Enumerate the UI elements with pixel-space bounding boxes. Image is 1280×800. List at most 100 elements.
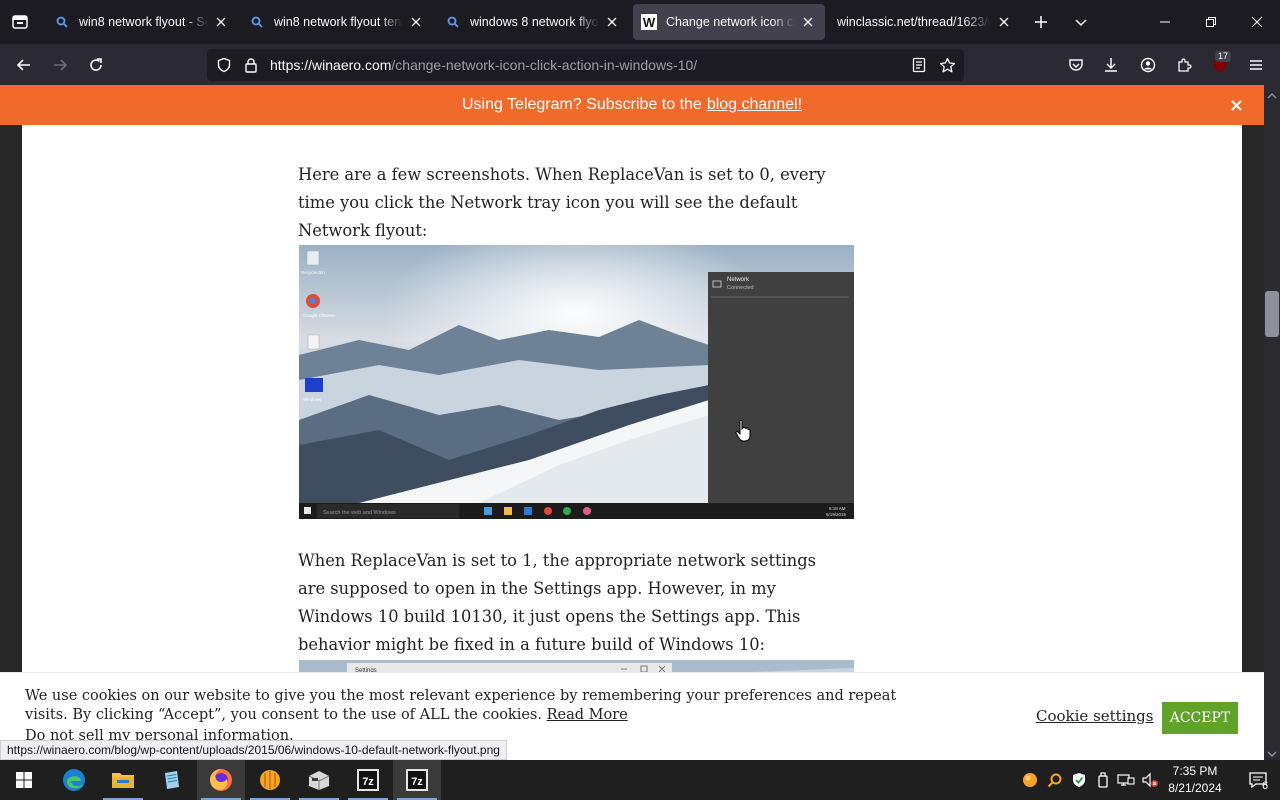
app-menu-button[interactable] xyxy=(1240,49,1272,81)
tab-title: win8 network flyout tenfo xyxy=(274,15,403,29)
tray-usb-device-icon[interactable] xyxy=(1093,770,1113,790)
tab-4-active[interactable]: W Change network icon click xyxy=(633,4,825,40)
folder-icon xyxy=(112,773,134,788)
downloads-button[interactable] xyxy=(1095,49,1127,81)
download-icon xyxy=(1105,58,1117,72)
puzzle-icon xyxy=(1178,58,1192,72)
web-content: Here are a few screenshots. When Replace… xyxy=(0,85,1264,760)
reader-view-icon[interactable] xyxy=(910,56,928,74)
clock-time: 7:35 PM xyxy=(1172,764,1218,778)
extensions-button[interactable] xyxy=(1168,49,1200,81)
firefox-icon xyxy=(210,769,232,791)
action-center-button[interactable]: 6 xyxy=(1236,760,1280,800)
winaero-favicon-icon: W xyxy=(641,14,657,30)
taskbar-7zip-2[interactable]: 7z xyxy=(393,760,441,800)
tab-title: Change network icon click xyxy=(666,15,795,29)
tab-2[interactable]: win8 network flyout tenfo xyxy=(241,4,433,40)
mouse-hand-cursor-icon xyxy=(735,419,751,442)
scroll-down-arrow[interactable] xyxy=(1266,746,1278,757)
article-paragraph-2: When ReplaceVan is set to 1, the appropr… xyxy=(298,551,817,654)
firefox-view-icon xyxy=(12,15,28,29)
close-icon xyxy=(1251,16,1263,28)
clock-date: 8/21/2024 xyxy=(1168,781,1222,795)
taskbar-firefox[interactable] xyxy=(197,760,245,800)
telegram-banner: Using Telegram? Subscribe to the blog ch… xyxy=(0,85,1264,125)
taskbar-notepad[interactable] xyxy=(148,760,196,800)
bookmark-star-icon[interactable] xyxy=(938,56,956,74)
lock-icon[interactable] xyxy=(242,56,260,74)
start-button[interactable] xyxy=(0,760,48,800)
banner-close-icon[interactable] xyxy=(1226,95,1246,115)
reload-button[interactable] xyxy=(80,49,112,81)
screenshot-tray-date: 6/19/2015 xyxy=(826,512,847,517)
taskbar-app-orange[interactable] xyxy=(246,760,294,800)
url-path: /change-network-icon-click-action-in-win… xyxy=(391,57,698,73)
accept-cookies-button[interactable]: ACCEPT xyxy=(1162,702,1238,734)
tracking-protection-shield-icon[interactable] xyxy=(215,56,233,74)
firefox-view-button[interactable] xyxy=(4,6,36,38)
pocket-icon xyxy=(1069,59,1083,71)
windows-taskbar: 7z 7z 7:35 PM 8/21/2024 6 xyxy=(0,760,1280,800)
back-button[interactable] xyxy=(8,49,40,81)
minimize-button[interactable] xyxy=(1142,0,1188,44)
notepad-icon xyxy=(165,771,179,789)
taskbar-clock[interactable]: 7:35 PM 8/21/2024 xyxy=(1160,763,1230,797)
pocket-button[interactable] xyxy=(1060,49,1092,81)
account-button[interactable] xyxy=(1132,49,1164,81)
banner-text: Using Telegram? Subscribe to the xyxy=(461,96,702,113)
tray-search-tool-icon[interactable] xyxy=(1045,770,1065,790)
search-icon xyxy=(445,14,461,30)
taskbar-app-box[interactable] xyxy=(295,760,343,800)
close-tab-icon[interactable] xyxy=(799,13,817,31)
new-tab-button[interactable] xyxy=(1025,6,1057,38)
desktop-icon-label: Google Chrome xyxy=(303,313,335,318)
minimize-icon xyxy=(1160,21,1170,23)
tab-5[interactable]: winclassic.net/thread/1623/wi xyxy=(829,4,1021,40)
account-icon xyxy=(1140,57,1156,73)
article-paragraph-1: Here are a few screenshots. When Replace… xyxy=(298,165,826,240)
taskbar-file-explorer[interactable] xyxy=(99,760,147,800)
notification-count: 6 xyxy=(1262,780,1269,792)
screenshot-default-network-flyout[interactable]: Recycle Bin Google Chrome Windows Networ… xyxy=(299,245,854,519)
taskbar-7zip-1[interactable]: 7z xyxy=(344,760,392,800)
tab-3[interactable]: windows 8 network flyout xyxy=(437,4,629,40)
desktop-icon-label: Recycle Bin xyxy=(301,270,325,275)
cookie-settings-link[interactable]: Cookie settings xyxy=(1036,707,1153,725)
search-icon xyxy=(249,14,265,30)
tab-1[interactable]: win8 network flyout - Sea xyxy=(46,4,238,40)
address-bar[interactable]: https://winaero.com/change-network-icon-… xyxy=(207,49,964,81)
read-more-link[interactable]: Read More xyxy=(547,707,628,723)
article-page: Here are a few screenshots. When Replace… xyxy=(22,85,1242,760)
blog-channel-link[interactable]: blog channel! xyxy=(707,96,802,114)
list-all-tabs-button[interactable] xyxy=(1065,6,1097,38)
navigation-toolbar: https://winaero.com/change-network-icon-… xyxy=(0,44,1280,85)
orange-app-icon xyxy=(260,770,280,790)
taskbar-edge[interactable] xyxy=(50,760,98,800)
close-tab-icon[interactable] xyxy=(603,13,621,31)
close-tab-icon[interactable] xyxy=(212,13,230,31)
cookie-text-block: We use cookies on our website to give yo… xyxy=(25,687,905,725)
7zip-icon: 7z xyxy=(406,769,428,791)
tray-orange-ball-icon[interactable] xyxy=(1020,770,1040,790)
desktop-icon-label: Windows xyxy=(303,397,322,402)
tray-volume-muted-icon[interactable] xyxy=(1140,770,1160,790)
arrow-left-icon xyxy=(16,59,30,71)
svg-text:7z: 7z xyxy=(411,776,423,788)
tray-network-icon[interactable] xyxy=(1116,770,1136,790)
scroll-up-arrow[interactable] xyxy=(1266,88,1278,99)
restore-icon xyxy=(1206,17,1216,27)
windows-logo-icon xyxy=(16,772,32,788)
svg-text:W: W xyxy=(643,15,656,30)
vertical-scrollbar[interactable] xyxy=(1264,85,1280,760)
tab-strip: win8 network flyout - Sea win8 network f… xyxy=(0,0,1280,44)
close-tab-icon[interactable] xyxy=(407,13,425,31)
close-tab-icon[interactable] xyxy=(995,13,1013,31)
tray-security-shield-icon[interactable] xyxy=(1069,770,1089,790)
url-host: https://winaero.com xyxy=(270,57,392,73)
close-window-button[interactable] xyxy=(1234,0,1280,44)
tab-title: winclassic.net/thread/1623/wi xyxy=(837,15,991,29)
7zip-icon: 7z xyxy=(357,769,379,791)
restore-button[interactable] xyxy=(1188,0,1234,44)
scrollbar-thumb[interactable] xyxy=(1265,291,1279,337)
forward-button[interactable] xyxy=(44,49,76,81)
